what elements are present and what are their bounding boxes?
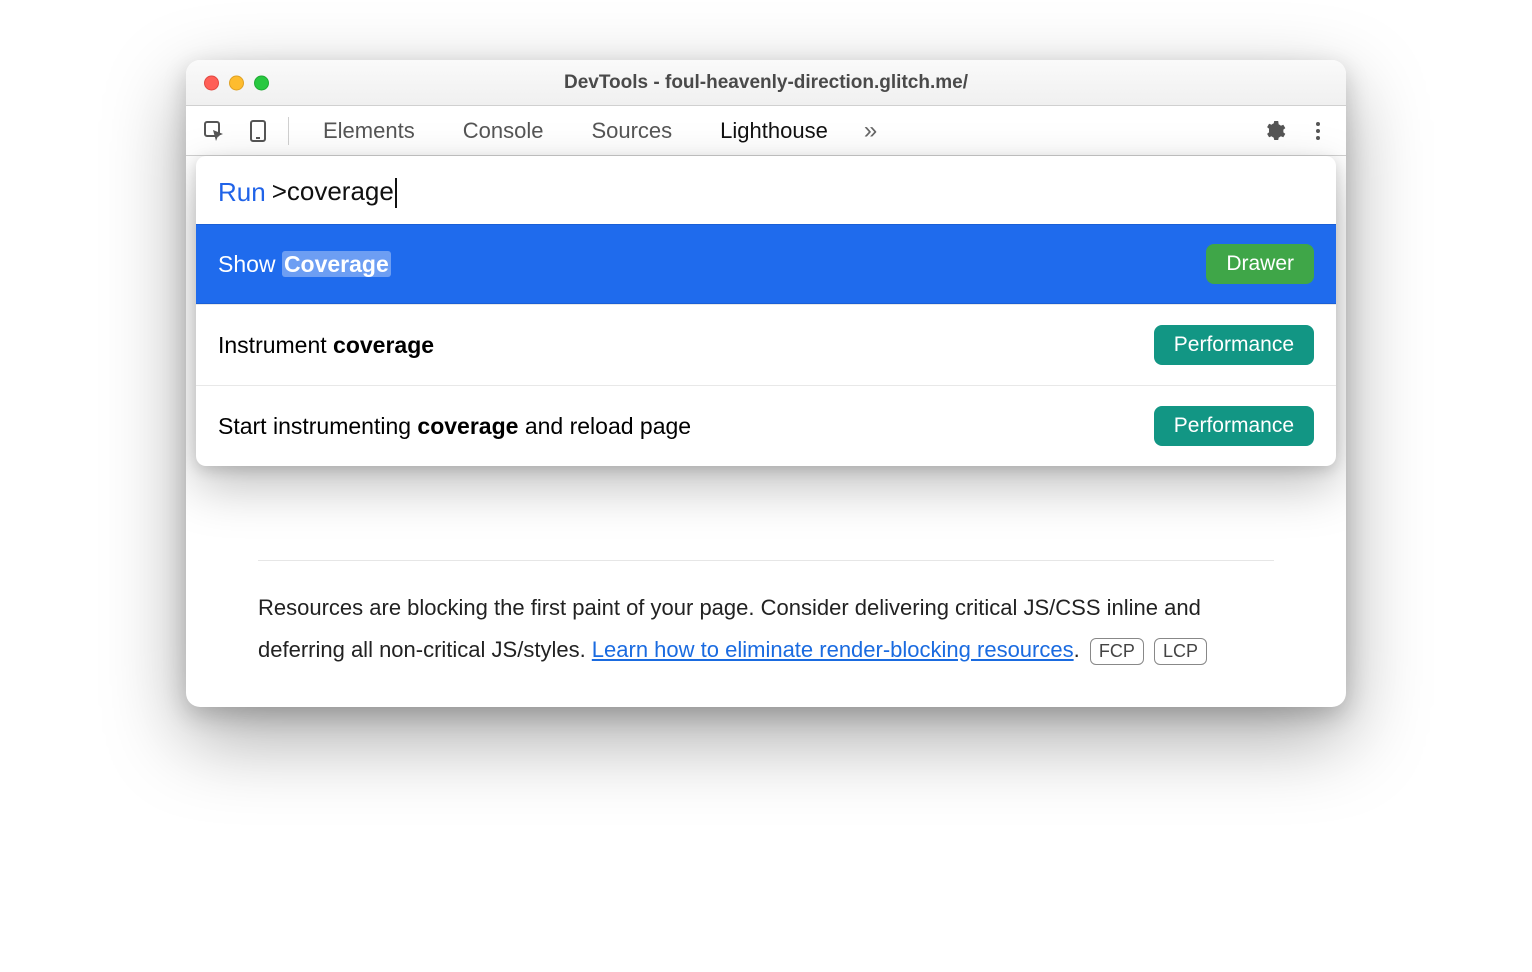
command-item-label: Show Coverage (218, 251, 391, 278)
command-item-instrument-coverage[interactable]: Instrument coverage Performance (196, 304, 1336, 385)
command-prompt-prefix: > (272, 176, 287, 206)
window-title: DevTools - foul-heavenly-direction.glitc… (186, 72, 1346, 94)
tab-sources[interactable]: Sources (587, 108, 676, 154)
audit-learn-more-link[interactable]: Learn how to eliminate render-blocking r… (592, 637, 1074, 662)
metric-chip-lcp: LCP (1154, 638, 1207, 665)
audit-text-after: . (1074, 637, 1080, 662)
titlebar: DevTools - foul-heavenly-direction.glitc… (186, 60, 1346, 106)
toolbar-divider (288, 117, 289, 145)
command-input-text: >coverage (272, 176, 397, 208)
command-item-label: Instrument coverage (218, 332, 434, 359)
audit-description: Resources are blocking the first paint o… (258, 560, 1274, 671)
badge-performance: Performance (1154, 406, 1314, 446)
traffic-lights (204, 75, 269, 90)
command-input-value: coverage (287, 176, 394, 206)
command-results-list: Show Coverage Drawer Instrument coverage… (196, 224, 1336, 466)
devtools-tabs: Elements Console Sources Lighthouse (319, 108, 832, 154)
close-window-button[interactable] (204, 75, 219, 90)
inspect-element-icon[interactable] (194, 111, 234, 151)
tab-lighthouse[interactable]: Lighthouse (716, 108, 832, 154)
metric-chip-fcp: FCP (1090, 638, 1144, 665)
minimize-window-button[interactable] (229, 75, 244, 90)
badge-performance: Performance (1154, 325, 1314, 365)
more-tabs-icon[interactable]: » (864, 117, 877, 145)
device-toggle-icon[interactable] (238, 111, 278, 151)
command-prompt-label: Run (218, 177, 266, 208)
tab-console[interactable]: Console (459, 108, 548, 154)
tab-elements[interactable]: Elements (319, 108, 419, 154)
kebab-menu-icon[interactable] (1298, 111, 1338, 151)
text-caret (395, 178, 397, 208)
maximize-window-button[interactable] (254, 75, 269, 90)
command-menu: Run >coverage Show Coverage Drawer Instr… (196, 156, 1336, 466)
settings-gear-icon[interactable] (1254, 111, 1294, 151)
command-item-show-coverage[interactable]: Show Coverage Drawer (196, 224, 1336, 304)
command-input-row[interactable]: Run >coverage (196, 156, 1336, 224)
devtools-window: DevTools - foul-heavenly-direction.glitc… (186, 60, 1346, 707)
devtools-toolbar: Elements Console Sources Lighthouse » (186, 106, 1346, 156)
command-item-label: Start instrumenting coverage and reload … (218, 413, 691, 440)
command-item-start-instrumenting-reload[interactable]: Start instrumenting coverage and reload … (196, 385, 1336, 466)
badge-drawer: Drawer (1206, 244, 1314, 284)
